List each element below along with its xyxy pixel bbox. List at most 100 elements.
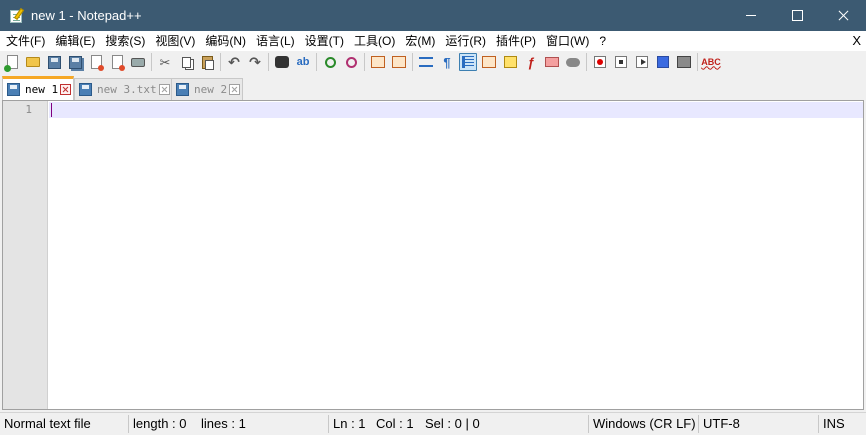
menu-plugins[interactable]: 插件(P) bbox=[491, 31, 541, 51]
find-button[interactable] bbox=[273, 53, 291, 71]
window-title: new 1 - Notepad++ bbox=[31, 8, 142, 23]
stop-icon bbox=[615, 56, 627, 68]
tab-label: new 1 bbox=[25, 83, 59, 96]
tab-new-1[interactable]: new 1 bbox=[2, 76, 75, 100]
save-all-button[interactable] bbox=[66, 53, 84, 71]
scissors-icon: ✂ bbox=[159, 54, 171, 70]
status-encoding[interactable]: UTF-8 bbox=[699, 413, 740, 435]
new-file-button[interactable] bbox=[3, 53, 21, 72]
status-selection: Sel : 0 | 0 bbox=[425, 416, 480, 431]
cloud-button[interactable] bbox=[564, 53, 582, 71]
word-wrap-button[interactable] bbox=[417, 53, 435, 71]
printer-icon bbox=[131, 57, 145, 67]
menu-search[interactable]: 搜索(S) bbox=[100, 31, 150, 51]
status-column: Col : 1 bbox=[376, 416, 414, 431]
close-window-button[interactable] bbox=[820, 0, 866, 31]
save-all-icon bbox=[68, 55, 82, 69]
undo-icon: ↶ bbox=[228, 54, 240, 70]
stop-recording-button[interactable] bbox=[612, 53, 630, 71]
menu-view[interactable]: 视图(V) bbox=[150, 31, 200, 51]
copy-button[interactable] bbox=[177, 53, 195, 71]
cut-button[interactable]: ✂ bbox=[156, 53, 174, 71]
print-button[interactable] bbox=[129, 53, 147, 71]
binoculars-icon bbox=[275, 56, 289, 68]
current-line-highlight bbox=[49, 102, 863, 118]
document-map-button[interactable] bbox=[501, 53, 519, 71]
save-macro-icon bbox=[677, 56, 691, 68]
menu-help[interactable]: ? bbox=[594, 31, 611, 51]
play-icon bbox=[636, 56, 648, 68]
redo-button[interactable]: ↷ bbox=[246, 53, 264, 71]
maximize-button[interactable] bbox=[774, 0, 820, 31]
zoom-out-button[interactable] bbox=[342, 53, 360, 71]
tab-label: new 3.txt bbox=[97, 83, 157, 96]
document-map-icon bbox=[503, 56, 517, 68]
sync-vertical-button[interactable] bbox=[369, 53, 387, 71]
tab-new-2[interactable]: new 2 bbox=[171, 78, 244, 100]
spell-check-button[interactable]: ABC bbox=[701, 53, 721, 71]
window-controls bbox=[728, 0, 866, 31]
saved-file-icon bbox=[176, 83, 189, 96]
close-document-button[interactable]: X bbox=[852, 31, 861, 51]
user-language-button[interactable] bbox=[480, 53, 498, 71]
tab-close-icon[interactable] bbox=[229, 84, 241, 95]
menu-language[interactable]: 语言(L) bbox=[251, 31, 300, 51]
save-macro-button[interactable] bbox=[675, 53, 693, 71]
save-button[interactable] bbox=[45, 53, 63, 71]
toolbar-separator bbox=[364, 53, 365, 71]
status-insert-mode[interactable]: INS bbox=[819, 413, 845, 435]
toolbar-separator bbox=[586, 53, 587, 71]
text-caret bbox=[51, 103, 52, 117]
menu-file[interactable]: 文件(F) bbox=[1, 31, 50, 51]
menu-window[interactable]: 窗口(W) bbox=[541, 31, 594, 51]
sync-horizontal-icon bbox=[392, 56, 406, 68]
status-eol-format[interactable]: Windows (CR LF) bbox=[589, 413, 696, 435]
start-recording-button[interactable] bbox=[591, 53, 609, 71]
saved-file-icon bbox=[79, 83, 92, 96]
function-list-button[interactable]: ƒ bbox=[522, 53, 540, 71]
undo-button[interactable]: ↶ bbox=[225, 53, 243, 71]
zoom-in-button[interactable] bbox=[321, 53, 339, 71]
new-file-icon bbox=[3, 55, 18, 72]
show-all-characters-button[interactable]: ¶ bbox=[438, 53, 456, 71]
close-all-icon bbox=[111, 55, 125, 71]
menu-macro[interactable]: 宏(M) bbox=[400, 31, 440, 51]
menu-tools[interactable]: 工具(O) bbox=[349, 31, 400, 51]
playback-button[interactable] bbox=[633, 53, 651, 71]
open-file-button[interactable] bbox=[24, 53, 42, 71]
status-file-type: Normal text file bbox=[4, 416, 91, 431]
save-icon bbox=[47, 55, 61, 69]
minimize-button[interactable] bbox=[728, 0, 774, 31]
paste-button[interactable] bbox=[198, 53, 216, 71]
word-wrap-icon bbox=[419, 57, 433, 67]
close-button[interactable] bbox=[87, 53, 105, 71]
toolbar-separator bbox=[220, 53, 221, 71]
toolbar: ✂ ↶ ↷ ab ¶ ƒ ABC bbox=[0, 51, 866, 73]
zoom-in-icon bbox=[324, 56, 336, 68]
tab-new-3-txt[interactable]: new 3.txt bbox=[74, 78, 173, 100]
text-editor[interactable]: 1 bbox=[2, 100, 864, 410]
menu-settings[interactable]: 设置(T) bbox=[300, 31, 349, 51]
tab-close-icon[interactable] bbox=[60, 84, 72, 95]
sync-vertical-icon bbox=[371, 56, 385, 68]
saved-file-icon bbox=[7, 83, 20, 96]
title-bar[interactable]: new 1 - Notepad++ bbox=[0, 0, 866, 31]
toolbar-separator bbox=[151, 53, 152, 71]
open-folder-icon bbox=[26, 57, 40, 67]
folder-as-workspace-button[interactable] bbox=[543, 53, 561, 71]
sync-horizontal-button[interactable] bbox=[390, 53, 408, 71]
indent-guide-button[interactable] bbox=[459, 53, 477, 71]
replace-button[interactable]: ab bbox=[294, 53, 312, 71]
menu-run[interactable]: 运行(R) bbox=[440, 31, 491, 51]
menu-encoding[interactable]: 编码(N) bbox=[200, 31, 251, 51]
menu-edit[interactable]: 编辑(E) bbox=[50, 31, 100, 51]
close-all-button[interactable] bbox=[108, 53, 126, 71]
toolbar-separator bbox=[412, 53, 413, 71]
tab-close-icon[interactable] bbox=[158, 84, 170, 95]
menu-bar: 文件(F) 编辑(E) 搜索(S) 视图(V) 编码(N) 语言(L) 设置(T… bbox=[0, 31, 866, 51]
run-macro-multiple-button[interactable] bbox=[654, 53, 672, 71]
status-length: length : 0 bbox=[133, 416, 187, 431]
user-language-icon bbox=[482, 56, 496, 68]
tab-label: new 2 bbox=[194, 83, 228, 96]
status-line: Ln : 1 bbox=[333, 416, 366, 431]
